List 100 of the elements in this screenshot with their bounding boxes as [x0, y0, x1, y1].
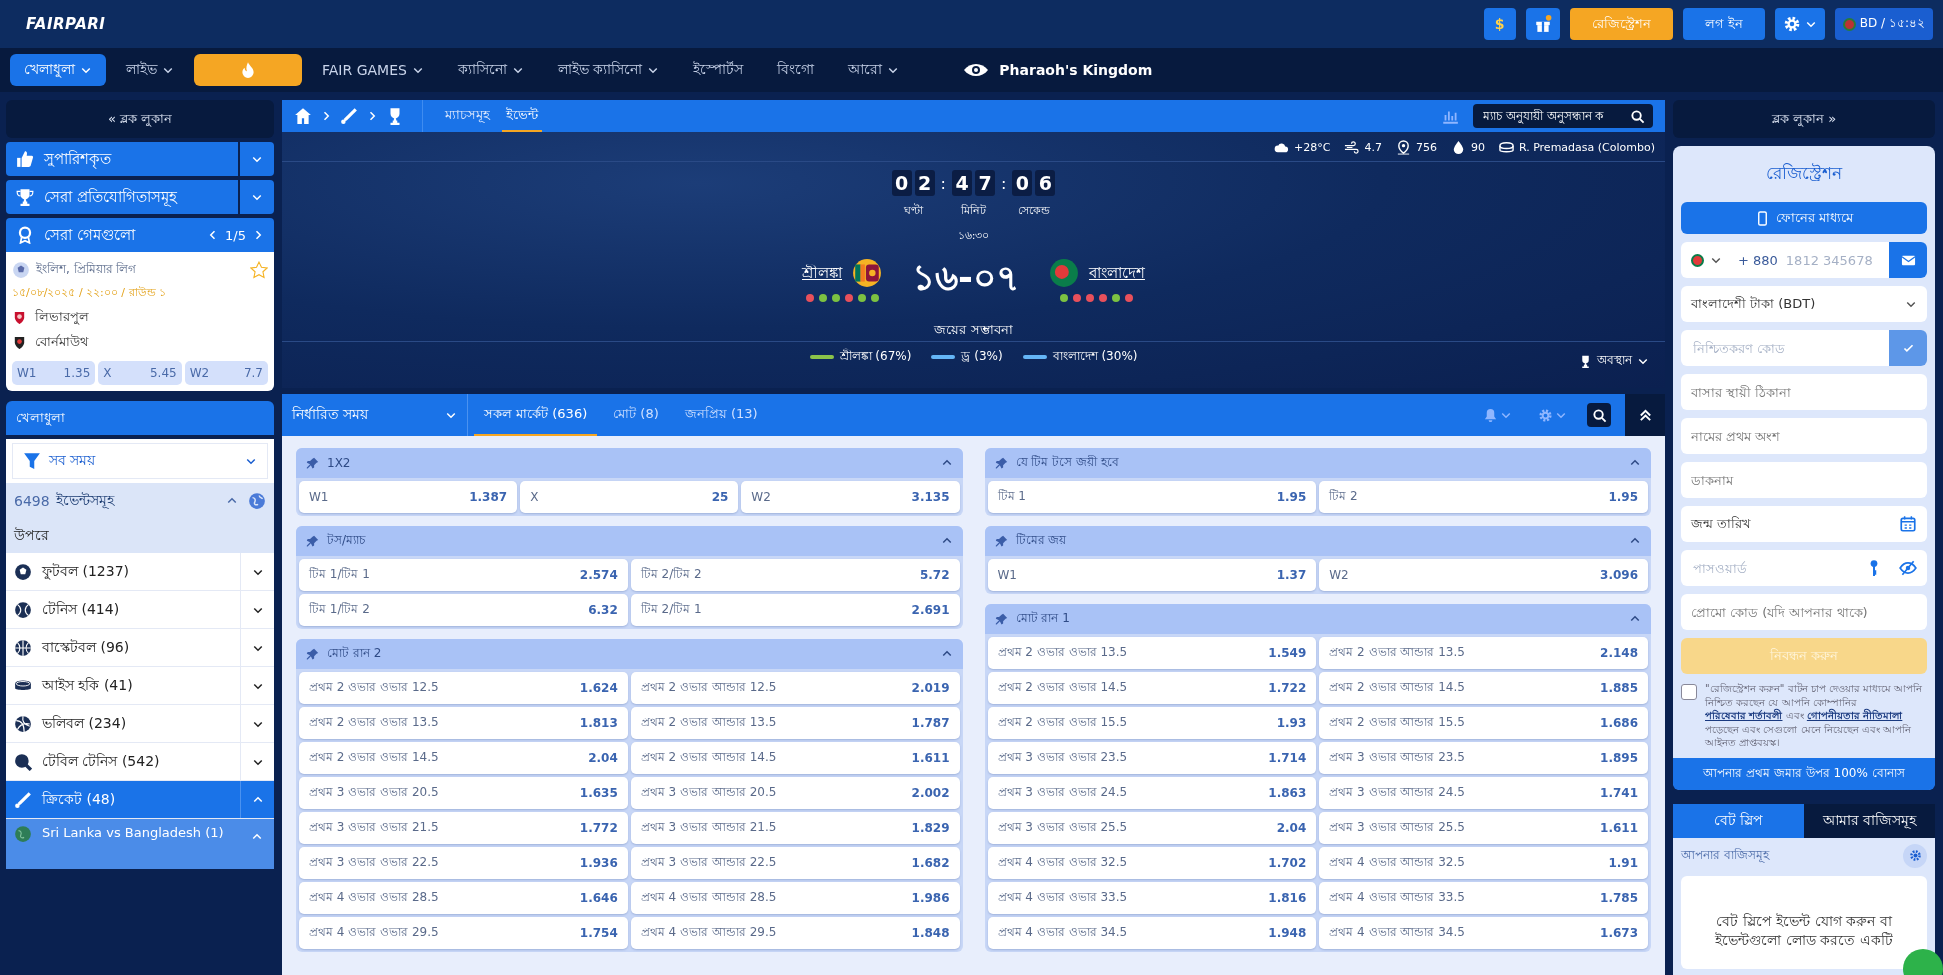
terms-link[interactable]: গোপনীয়তার নীতিমালা [1806, 710, 1903, 721]
odds-button[interactable]: প্রথম 2 ওভার আন্ডার 14.5 1.611 [630, 742, 960, 774]
game-card[interactable]: ইংলিশ, প্রিমিয়ার লিগ ১৫/০৮/২০২৫ / ২২:০০ / রাউন্ড ১ লিভারপুল বোর্নমাউথ W1 1.35 X 5.45 W2 7.7 [6, 252, 274, 391]
odds-button[interactable]: W1 1.35 [12, 361, 96, 385]
password-field[interactable]: পাসওয়ার্ড [1681, 550, 1927, 586]
odds-button[interactable]: প্রথম 2 ওভার ওভার 13.5 1.813 [299, 707, 628, 739]
search-field[interactable]: ম্যাচ অনুযায়ী অনুসন্ধান ক [1473, 104, 1653, 128]
bonus-banner[interactable]: আপনার প্রথম জমার উপর 100% বোনাস [1673, 757, 1935, 790]
odds-button[interactable]: প্রথম 3 ওভার ওভার 25.5 2.04 [987, 812, 1317, 844]
currency-button[interactable]: $ [1483, 8, 1516, 40]
nav-tab[interactable]: ক্যাসিনো [443, 54, 538, 86]
betslip-tab[interactable]: আমার বাজিসমূহ [1804, 803, 1935, 838]
odds-button[interactable]: প্রথম 2 ওভার ওভার 14.5 1.722 [987, 672, 1317, 704]
nav-tab[interactable]: লাইভ ক্যাসিনো [543, 54, 674, 86]
section-header[interactable]: সুপারিশকৃত [6, 142, 238, 176]
team-name[interactable]: বাংলাদেশ [1088, 260, 1145, 286]
home-icon[interactable] [294, 107, 312, 125]
odds-button[interactable]: প্রথম 4 ওভার আন্ডার 32.5 1.91 [1319, 847, 1648, 879]
odds-button[interactable]: টিম 1/টিম 1 2.574 [299, 559, 628, 591]
terms-link[interactable]: পরিষেবার শর্তাবলী [1705, 710, 1783, 721]
standings-button[interactable]: অবস্থান [1573, 350, 1655, 372]
odds-button[interactable]: টিম 1 1.95 [987, 481, 1317, 513]
nav-tab[interactable]: বিংগো [763, 54, 829, 86]
odds-button[interactable]: প্রথম 3 ওভার ওভার 22.5 1.936 [299, 847, 628, 879]
odds-button[interactable]: প্রথম 2 ওভার ওভার 15.5 1.93 [987, 707, 1317, 739]
nav-tab[interactable]: আরো [834, 54, 914, 86]
collapse-button[interactable] [1625, 394, 1665, 436]
odds-button[interactable]: W2 7.7 [184, 361, 268, 385]
phone-field[interactable]: + 880 1812 345678 [1681, 242, 1927, 278]
text-field[interactable]: ডাকনাম [1681, 462, 1927, 498]
settings-button[interactable] [1774, 8, 1825, 40]
odds-button[interactable]: প্রথম 4 ওভার ওভার 29.5 1.754 [299, 917, 628, 949]
hide-block-button[interactable]: ব্লক লুকান » [1673, 100, 1935, 138]
odds-button[interactable]: টিম 2/টিম 2 5.72 [630, 559, 960, 591]
hide-block-button[interactable]: « ব্লক লুকান [6, 100, 274, 138]
section-header[interactable]: সেরা প্রতিযোগিতাসমূহ [6, 180, 238, 214]
odds-button[interactable]: প্রথম 2 ওভার আন্ডার 12.5 2.019 [630, 672, 960, 704]
sport-item[interactable]: আইস হকি (41) [6, 667, 274, 705]
login-button[interactable]: লগ ইন [1682, 8, 1765, 40]
odds-button[interactable]: প্রথম 3 ওভার ওভার 21.5 1.772 [299, 812, 628, 844]
breadcrumb-tab[interactable]: ম্যাচসমূহ [441, 100, 494, 132]
nav-tab[interactable]: লাইভ [112, 54, 188, 86]
text-field[interactable]: নামের প্রথম অংশ [1681, 418, 1927, 454]
market-tab[interactable]: জনপ্রিয় (13) [674, 394, 768, 436]
market-tab[interactable]: মোট (8) [603, 394, 669, 436]
sport-item[interactable]: ভলিবল (234) [6, 705, 274, 743]
search-button[interactable] [1587, 403, 1611, 427]
region-button[interactable]: BD / ১৫:৪২ [1834, 8, 1933, 40]
text-field[interactable]: বাসার স্থায়ী ঠিকানা [1681, 374, 1927, 410]
nav-tab[interactable]: ইস্পোর্টস [679, 54, 758, 86]
odds-button[interactable]: প্রথম 4 ওভার আন্ডার 33.5 1.785 [1319, 882, 1648, 914]
odds-button[interactable]: W2 3.135 [741, 481, 960, 513]
odds-button[interactable]: প্রথম 4 ওভার ওভার 28.5 1.646 [299, 882, 628, 914]
sport-item[interactable]: টেনিস (414) [6, 591, 274, 629]
odds-button[interactable]: প্রথম 2 ওভার ওভার 13.5 1.549 [987, 637, 1317, 669]
nav-tab[interactable]: Pharaoh's Kingdom [949, 54, 1167, 86]
odds-button[interactable]: টিম 1/টিম 2 6.32 [299, 594, 628, 626]
time-filter-dropdown[interactable]: সব সময় [12, 443, 268, 479]
betslip-tab[interactable]: বেট স্লিপ [1673, 803, 1804, 838]
consent-checkbox[interactable] [1681, 684, 1697, 700]
odds-button[interactable]: প্রথম 2 ওভার আন্ডার 14.5 1.885 [1319, 672, 1648, 704]
odds-button[interactable]: X 5.45 [98, 361, 182, 385]
phone-input[interactable]: 1812 345678 [1783, 251, 1883, 269]
odds-button[interactable]: W1 1.37 [987, 559, 1317, 591]
odds-button[interactable]: প্রথম 3 ওভার ওভার 24.5 1.863 [987, 777, 1317, 809]
odds-button[interactable]: প্রথম 2 ওভার আন্ডার 13.5 2.148 [1319, 637, 1648, 669]
phone-method-button[interactable]: ফোনের মাধ্যমে [1681, 202, 1927, 234]
nav-tab[interactable]: FAIR GAMES [308, 54, 438, 86]
sport-item[interactable]: ফুটবল (1237) [6, 553, 274, 591]
odds-button[interactable]: টিম 2 1.95 [1319, 481, 1648, 513]
odds-button[interactable]: প্রথম 3 ওভার ওভার 23.5 1.714 [987, 742, 1317, 774]
nav-tab[interactable]: খেলাধুলা [10, 54, 106, 86]
text-field[interactable]: প্রোমো কোড (যদি আপনার থাকে) [1681, 594, 1927, 630]
odds-button[interactable]: প্রথম 2 ওভার আন্ডার 13.5 1.787 [630, 707, 960, 739]
odds-button[interactable]: প্রথম 4 ওভার ওভার 32.5 1.702 [987, 847, 1317, 879]
sport-item[interactable]: বাস্কেটবল (96) [6, 629, 274, 667]
code-input[interactable]: নিশ্চিতকরণ কোড [1691, 339, 1883, 357]
team-name[interactable]: শ্রীলঙ্কা [802, 260, 842, 286]
site-logo[interactable]: FAIRPARI [26, 15, 106, 33]
odds-button[interactable]: প্রথম 3 ওভার ওভার 20.5 1.635 [299, 777, 628, 809]
league-item[interactable]: Sri Lanka vs Bangladesh (1) [6, 819, 274, 869]
odds-button[interactable]: প্রথম 4 ওভার ওভার 33.5 1.816 [987, 882, 1317, 914]
odds-button[interactable]: প্রথম 3 ওভার আন্ডার 24.5 1.741 [1319, 777, 1648, 809]
odds-button[interactable]: X 25 [520, 481, 739, 513]
odds-button[interactable]: প্রথম 4 ওভার ওভার 34.5 1.948 [987, 917, 1317, 949]
odds-button[interactable]: প্রথম 3 ওভার আন্ডার 20.5 2.002 [630, 777, 960, 809]
date-field[interactable]: জন্ম তারিখ [1681, 506, 1927, 542]
odds-button[interactable]: প্রথম 3 ওভার আন্ডার 25.5 1.611 [1319, 812, 1648, 844]
confirmation-code-field[interactable]: নিশ্চিতকরণ কোড [1681, 330, 1927, 366]
odds-button[interactable]: প্রথম 4 ওভার আন্ডার 34.5 1.673 [1319, 917, 1648, 949]
currency-dropdown[interactable]: বাংলাদেশী টাকা (BDT) [1681, 286, 1927, 322]
odds-button[interactable]: প্রথম 3 ওভার আন্ডার 23.5 1.895 [1319, 742, 1648, 774]
odds-button[interactable]: টিম 2/টিম 1 2.691 [630, 594, 960, 626]
odds-button[interactable]: W2 3.096 [1319, 559, 1648, 591]
odds-button[interactable]: প্রথম 4 ওভার আন্ডার 28.5 1.986 [630, 882, 960, 914]
gift-button[interactable] [1525, 8, 1560, 40]
odds-button[interactable]: প্রথম 3 ওভার আন্ডার 22.5 1.682 [630, 847, 960, 879]
search-input[interactable]: ম্যাচ অনুযায়ী অনুসন্ধান ক [1481, 108, 1626, 124]
sport-item[interactable]: ক্রিকেট (48) [6, 781, 274, 819]
odds-button[interactable]: প্রথম 2 ওভার আন্ডার 15.5 1.686 [1319, 707, 1648, 739]
